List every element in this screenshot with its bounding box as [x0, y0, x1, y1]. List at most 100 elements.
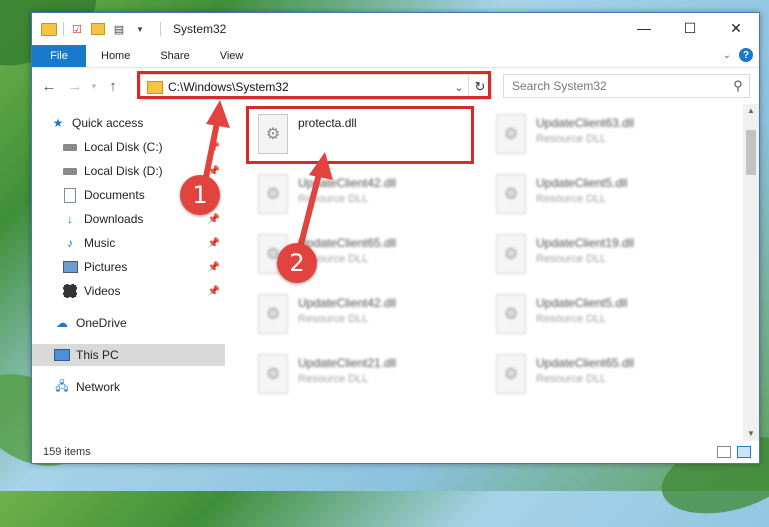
- file-item[interactable]: ⚙ UpdateClient42.dll Resource DLL: [250, 288, 478, 344]
- file-type: Resource DLL: [536, 373, 607, 385]
- divider: [160, 22, 161, 36]
- customize-toolbar-icon[interactable]: ▤: [112, 22, 126, 36]
- file-item[interactable]: ⚙ UpdateClient21.dll Resource DLL: [250, 348, 478, 404]
- expand-ribbon-icon[interactable]: ⌄: [723, 50, 731, 61]
- network-icon: 🖧: [55, 378, 69, 393]
- tab-home[interactable]: Home: [86, 45, 145, 67]
- file-name: UpdateClient65.dll: [298, 236, 397, 250]
- computer-icon: [54, 348, 70, 362]
- ribbon-tabs: File Home Share View ⌄ ?: [32, 45, 759, 68]
- new-folder-icon[interactable]: [91, 22, 105, 36]
- folder-icon: [41, 22, 57, 36]
- pin-icon: 📌: [207, 285, 220, 297]
- file-item[interactable]: ⚙ UpdateClient63.dll Resource DLL: [488, 108, 716, 164]
- step-2-callout: 2: [277, 243, 317, 283]
- search-input[interactable]: Search System32: [504, 79, 727, 93]
- music-icon: ♪: [67, 236, 73, 250]
- scroll-down-icon[interactable]: ▼: [743, 427, 759, 441]
- window-title: System32: [173, 22, 227, 36]
- sidebar-item-label: This PC: [76, 348, 119, 362]
- sidebar-item-local-disk-c[interactable]: Local Disk (C:) 📌: [62, 136, 225, 158]
- tab-view[interactable]: View: [205, 45, 259, 67]
- file-type: Resource DLL: [298, 373, 369, 385]
- dll-file-icon: ⚙: [258, 174, 288, 214]
- sidebar-item-this-pc[interactable]: This PC: [32, 344, 225, 366]
- forward-arrow-icon[interactable]: →: [62, 78, 88, 95]
- file-item[interactable]: ⚙ UpdateClient19.dll Resource DLL: [488, 228, 716, 284]
- file-name: UpdateClient42.dll: [298, 296, 397, 310]
- status-bar: 159 items: [32, 441, 759, 463]
- sidebar-item-label: Pictures: [84, 260, 128, 274]
- sidebar-item-label: Network: [76, 380, 121, 394]
- scroll-up-icon[interactable]: ▲: [743, 104, 759, 118]
- chevron-down-icon[interactable]: ▼: [133, 22, 147, 36]
- address-row: ← → ▼ ↑ C:\Windows\System32 ⌄ ↻ Search S…: [32, 68, 759, 104]
- picture-icon: [62, 260, 78, 274]
- drive-icon: [62, 140, 78, 154]
- file-highlight-box: [246, 106, 474, 164]
- sidebar-item-label: Local Disk (C:): [84, 140, 163, 154]
- sidebar-item-label: Quick access: [72, 116, 144, 130]
- pin-icon: 📌: [207, 141, 220, 153]
- scroll-thumb[interactable]: [746, 130, 756, 175]
- maximize-button[interactable]: ☐: [667, 13, 713, 43]
- properties-icon[interactable]: ☑: [70, 22, 84, 36]
- navigation-pane: ★ Quick access Local Disk (C:) 📌 Local D…: [32, 104, 225, 441]
- file-item[interactable]: ⚙ UpdateClient42.dll Resource DLL: [250, 168, 478, 224]
- minimize-button[interactable]: —: [621, 13, 667, 43]
- sidebar-item-onedrive[interactable]: ☁ OneDrive: [54, 312, 225, 334]
- file-type: Resource DLL: [536, 133, 607, 145]
- file-name: UpdateClient5.dll: [536, 296, 628, 310]
- dll-file-icon: ⚙: [496, 294, 526, 334]
- back-arrow-icon[interactable]: ←: [36, 78, 62, 95]
- file-name: UpdateClient5.dll: [536, 176, 628, 190]
- dll-file-icon: ⚙: [258, 294, 288, 334]
- sidebar-item-label: Music: [84, 236, 116, 250]
- document-icon: [62, 187, 78, 203]
- file-type: Resource DLL: [536, 193, 607, 205]
- up-arrow-icon[interactable]: ↑: [100, 78, 126, 95]
- sidebar-item-quick-access[interactable]: ★ Quick access: [50, 112, 225, 134]
- step-1-callout: 1: [180, 175, 220, 215]
- file-item[interactable]: ⚙ UpdateClient5.dll Resource DLL: [488, 168, 716, 224]
- star-icon: ★: [52, 116, 64, 130]
- sidebar-item-music[interactable]: ♪ Music 📌: [62, 232, 225, 254]
- dll-file-icon: ⚙: [496, 354, 526, 394]
- details-view-icon[interactable]: [717, 446, 731, 458]
- file-name: UpdateClient42.dll: [298, 176, 397, 190]
- dll-file-icon: ⚙: [496, 234, 526, 274]
- address-highlight-box: [137, 71, 491, 99]
- file-name: UpdateClient63.dll: [536, 116, 635, 130]
- cloud-icon: ☁: [56, 316, 68, 330]
- explorer-window: ☑ ▤ ▼ System32 — ☐ ✕ File Home Share Vie…: [31, 12, 760, 464]
- help-icon[interactable]: ?: [739, 48, 753, 62]
- search-box[interactable]: Search System32 ⚲: [503, 74, 750, 98]
- sidebar-item-label: OneDrive: [76, 316, 127, 330]
- divider: [63, 22, 64, 36]
- file-name: UpdateClient65.dll: [536, 356, 635, 370]
- pin-icon: 📌: [207, 261, 220, 273]
- vertical-scrollbar[interactable]: ▲ ▼: [743, 104, 759, 441]
- dll-file-icon: ⚙: [496, 174, 526, 214]
- item-count: 159 items: [43, 446, 91, 458]
- search-icon[interactable]: ⚲: [727, 78, 749, 94]
- file-name: UpdateClient21.dll: [298, 356, 397, 370]
- download-icon: ↓: [67, 212, 73, 226]
- drive-icon: [62, 164, 78, 178]
- recent-locations-icon[interactable]: ▼: [88, 82, 100, 91]
- tiles-view-icon[interactable]: [737, 446, 751, 458]
- title-bar: ☑ ▤ ▼ System32 — ☐ ✕: [32, 13, 759, 45]
- file-item[interactable]: ⚙ UpdateClient5.dll Resource DLL: [488, 288, 716, 344]
- close-button[interactable]: ✕: [713, 13, 759, 43]
- sidebar-item-label: Local Disk (D:): [84, 164, 163, 178]
- sidebar-item-network[interactable]: 🖧 Network: [54, 376, 225, 398]
- tab-share[interactable]: Share: [145, 45, 204, 67]
- pin-icon: 📌: [207, 237, 220, 249]
- file-type: Resource DLL: [298, 313, 369, 325]
- file-type: Resource DLL: [536, 313, 607, 325]
- content-area: ★ Quick access Local Disk (C:) 📌 Local D…: [32, 104, 759, 441]
- tab-file[interactable]: File: [32, 45, 86, 67]
- file-item[interactable]: ⚙ UpdateClient65.dll Resource DLL: [488, 348, 716, 404]
- sidebar-item-videos[interactable]: Videos 📌: [62, 280, 225, 302]
- sidebar-item-pictures[interactable]: Pictures 📌: [62, 256, 225, 278]
